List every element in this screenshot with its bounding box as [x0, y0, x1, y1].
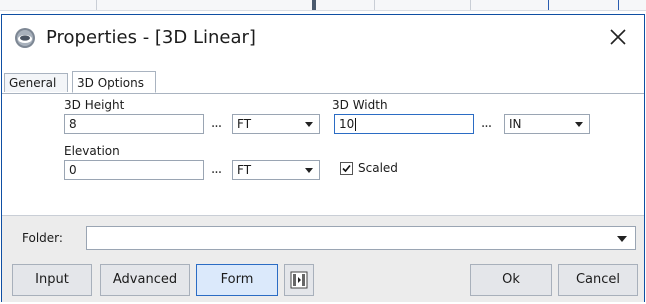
cancel-button[interactable]: Cancel	[558, 264, 638, 296]
elevation-label: Elevation	[64, 144, 120, 158]
width-unit-select[interactable]: IN	[504, 114, 590, 134]
advanced-button[interactable]: Advanced	[100, 264, 190, 296]
height-browse-ellipsis-icon[interactable]: ...	[204, 116, 228, 136]
folder-select[interactable]	[86, 226, 636, 250]
ok-button[interactable]: Ok	[470, 264, 552, 296]
width-label: 3D Width	[332, 98, 388, 112]
elevation-unit-select[interactable]: FT	[232, 160, 320, 180]
panel-toggle-button[interactable]	[284, 264, 314, 296]
width-browse-ellipsis-icon[interactable]: ...	[474, 116, 498, 136]
text-caret	[355, 118, 357, 131]
strip-divider	[374, 0, 375, 10]
height-unit-value: FT	[237, 117, 252, 131]
chevron-down-icon	[575, 122, 583, 127]
height-unit-select[interactable]: FT	[232, 114, 320, 134]
form-button[interactable]: Form	[196, 264, 278, 296]
title-bar: Properties - [3D Linear]	[2, 15, 644, 61]
elevation-browse-ellipsis-icon[interactable]: ...	[204, 162, 228, 182]
scaled-checkbox[interactable]	[340, 162, 353, 175]
scaled-label: Scaled	[358, 161, 398, 175]
folder-label: Folder:	[22, 231, 63, 245]
width-unit-value: IN	[509, 117, 522, 131]
close-icon[interactable]	[606, 25, 630, 49]
chevron-down-icon	[617, 236, 627, 242]
checkmark-icon	[342, 164, 351, 173]
tab-panel-3d-options: 3D Height 8 ... FT 3D Width 10 ... IN El…	[4, 94, 642, 214]
input-button[interactable]: Input	[12, 264, 92, 296]
panel-toggle-icon	[290, 271, 308, 289]
dialog-footer: Folder: Input Advanced Form Ok Cancel	[2, 215, 644, 302]
app-logo-icon	[14, 27, 36, 49]
chevron-down-icon	[305, 168, 313, 173]
background-window-strip	[0, 0, 646, 14]
tab-3d-options[interactable]: 3D Options	[72, 71, 156, 93]
width-input-value: 10	[339, 117, 355, 131]
height-input[interactable]: 8	[64, 114, 204, 134]
strip-divider	[618, 0, 619, 10]
elevation-input[interactable]: 0	[64, 160, 204, 180]
strip-divider	[96, 0, 97, 10]
strip-marker	[312, 0, 316, 10]
chevron-down-icon	[305, 122, 313, 127]
properties-dialog: Properties - [3D Linear] General 3D Opti…	[1, 14, 645, 302]
width-input[interactable]: 10	[334, 114, 474, 134]
tab-strip: General 3D Options	[2, 71, 644, 94]
strip-divider	[548, 0, 549, 10]
dialog-title: Properties - [3D Linear]	[46, 27, 256, 48]
elevation-unit-value: FT	[237, 163, 252, 177]
strip-divider	[470, 0, 471, 10]
tab-general[interactable]: General	[4, 73, 68, 92]
height-label: 3D Height	[64, 98, 125, 112]
